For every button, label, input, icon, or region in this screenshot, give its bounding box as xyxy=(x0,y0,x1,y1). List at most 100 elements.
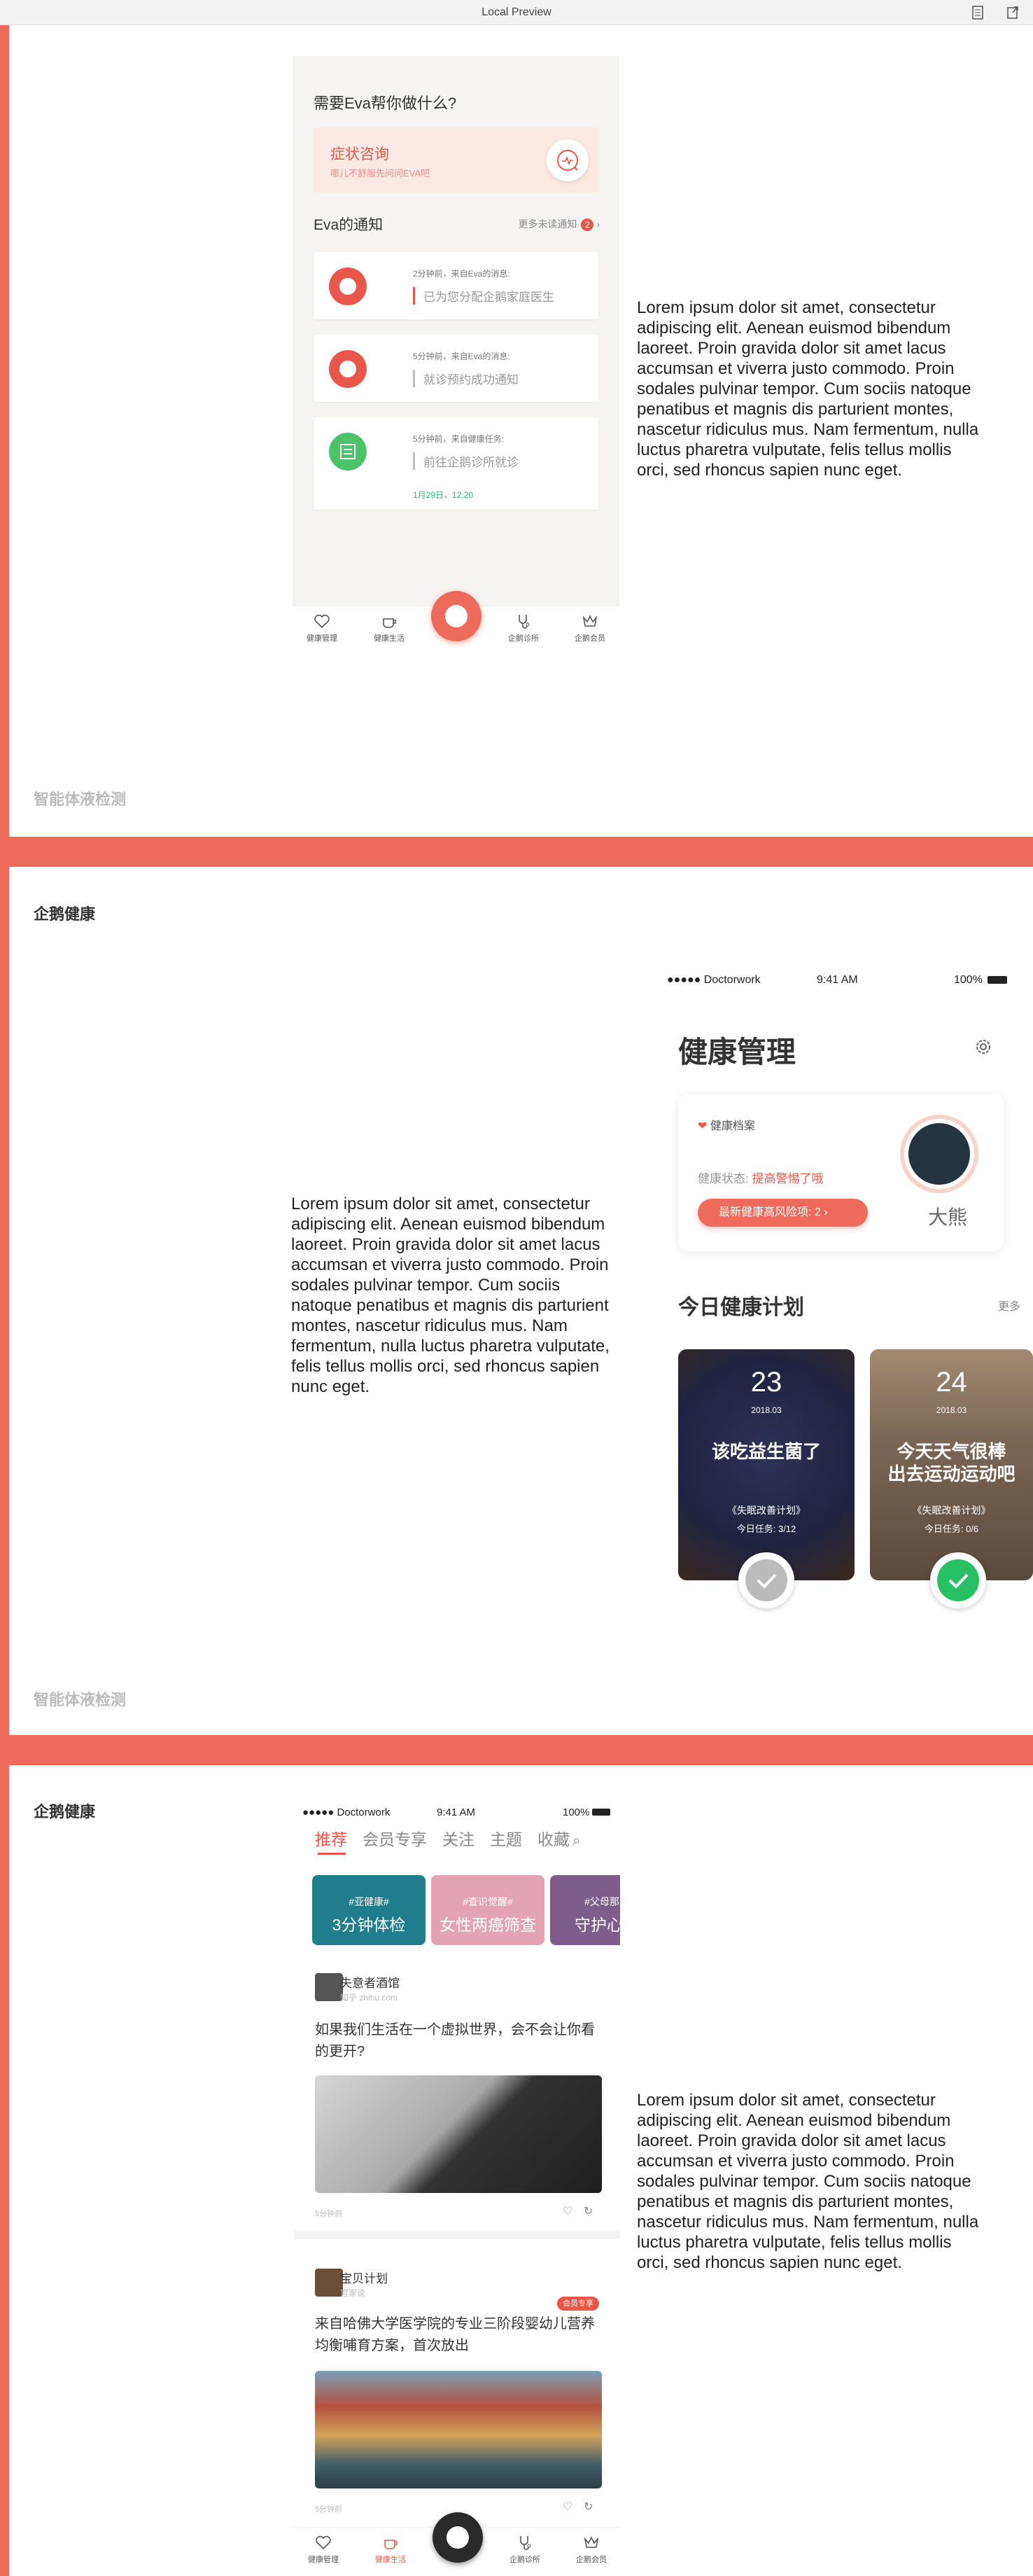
tab-health-life[interactable]: 健康生活 xyxy=(363,2533,419,2565)
health-status: 健康状态: 提高警惕了哦 xyxy=(698,1169,823,1186)
check-icon xyxy=(948,1573,969,1589)
post-source: 官家说 xyxy=(340,2288,366,2298)
plan-day: 23 xyxy=(750,1367,782,1398)
lorem-paragraph: Lorem ipsum dolor sit amet, consectetur … xyxy=(637,298,979,480)
plan-card-title: 该吃益生菌了 xyxy=(711,1441,821,1462)
tile-tag: #查识觉醒# xyxy=(463,1896,513,1907)
coffee-cup-icon xyxy=(383,618,396,628)
battery-icon xyxy=(592,1809,610,1816)
avatar-photo xyxy=(908,1123,970,1185)
topic-tile[interactable]: #查识觉醒# 女性两癌筛查 xyxy=(431,1875,544,1945)
share-icon[interactable]: ↻ xyxy=(584,2500,593,2514)
notice-meta: 5分钟前，来自Eva的消息: xyxy=(413,351,510,361)
lorem-paragraph: Lorem ipsum dolor sit amet, consectetur … xyxy=(291,1195,610,1396)
tab-topics[interactable]: 主题 xyxy=(490,1830,522,1849)
tab-recommend[interactable]: 推荐 xyxy=(315,1830,347,1849)
tab-member[interactable]: 企鹅会员 xyxy=(562,612,618,643)
eva-question: 需要Eva帮你做什么? xyxy=(314,95,457,112)
left-accent-bar xyxy=(0,25,9,863)
crown-icon xyxy=(582,615,598,627)
plan-name: 《失眠改善计划》 xyxy=(727,1505,806,1516)
share-icon[interactable]: ↻ xyxy=(584,2204,593,2218)
feed-tabs: 推荐 会员专享 关注 主题 收藏 ⌕ xyxy=(315,1826,596,1850)
post-time: 5分钟前 xyxy=(315,2210,343,2218)
notice-card[interactable]: 5分钟前，来自Eva的消息: 就诊预约成功通知 xyxy=(314,335,598,402)
check-circle xyxy=(937,1559,979,1601)
plan-card[interactable]: 23 2018.03 该吃益生菌了 《失眠改善计划》 今日任务: 3/12 xyxy=(678,1349,855,1580)
carrier: ●●●●● Doctorwork xyxy=(302,1806,391,1818)
task-body: 前往企鹅诊所就诊 xyxy=(413,452,519,470)
symptom-consult-card[interactable]: 症状咨询 哪儿不舒服先问问EVA吧 xyxy=(314,127,598,193)
heart-icon xyxy=(316,2535,331,2550)
eva-logo-icon xyxy=(329,350,367,388)
battery-text: 100% xyxy=(954,974,983,986)
tab-favorites[interactable]: 收藏 xyxy=(537,1830,570,1849)
risk-items-button[interactable]: 最新健康高风险项: 2 › xyxy=(698,1199,868,1227)
divider xyxy=(294,2231,620,2239)
tab-clinic[interactable]: 企鹅诊所 xyxy=(497,2533,553,2565)
settings-gear-icon[interactable] xyxy=(973,1036,994,1057)
heart-icon[interactable]: ♡ xyxy=(563,2500,572,2514)
topic-tiles: #亚健康# 3分钟体检 #查识觉醒# 女性两癌筛查 #父母那么守护心脑 xyxy=(312,1875,620,1945)
symptom-subtitle: 哪儿不舒服先问问EVA吧 xyxy=(330,168,430,179)
search-icon[interactable]: ⌕ xyxy=(572,1833,580,1849)
notice-body: 就诊预约成功通知 xyxy=(413,370,519,387)
plan-day: 24 xyxy=(936,1367,967,1398)
avatar xyxy=(315,1973,343,2001)
symptom-chat-button[interactable] xyxy=(547,139,589,181)
tab-health-management[interactable]: 健康管理 xyxy=(295,2533,351,2565)
tab-health-life[interactable]: 健康生活 xyxy=(361,612,417,643)
tab-member[interactable]: 企鹅会员 xyxy=(563,2533,619,2565)
health-status-label: 健康状态: xyxy=(698,1172,752,1185)
plan-check-button[interactable] xyxy=(738,1552,794,1608)
plan-card[interactable]: 24 2018.03 今天天气很棒 出去运动运动吧 《失眠改善计划》 今日任务:… xyxy=(870,1349,1033,1580)
eva-home-screen: 需要Eva帮你做什么? 症状咨询 哪儿不舒服先问问EVA吧 Eva的通知 更多未… xyxy=(293,56,619,655)
notice-card[interactable]: 2分钟前，来自Eva的消息: 已为您分配企鹅家庭医生 xyxy=(314,252,598,319)
heart-icon xyxy=(314,614,330,629)
export-icon[interactable] xyxy=(1006,6,1019,20)
task-date: 1月29日，12:20 xyxy=(413,490,474,500)
bottom-tab-bar: 健康管理 健康生活 企鹅诊所 企鹅会员 xyxy=(293,591,619,655)
section-title: 企鹅健康 xyxy=(34,1803,96,1820)
tab-clinic[interactable]: 企鹅诊所 xyxy=(496,612,551,643)
plan-more-link[interactable]: 更多 xyxy=(998,1297,1020,1314)
section-caption: 智能体液检测 xyxy=(34,1691,127,1708)
symptom-title: 症状咨询 xyxy=(330,146,389,162)
eva-center-button[interactable] xyxy=(431,591,482,641)
tab-label: 企鹅会员 xyxy=(575,634,605,643)
plan-task: 今日任务: 0/6 xyxy=(924,1524,979,1534)
notices-more-link[interactable]: 更多未读通知 2 › xyxy=(518,217,600,231)
eva-logo-icon xyxy=(445,605,468,627)
notice-meta: 2分钟前，来自Eva的消息: xyxy=(413,269,510,279)
tab-health-management[interactable]: 健康管理 xyxy=(294,612,350,643)
health-life-feed-screen: ●●●●● Doctorwork 9:41 AM 100% 推荐 会员专享 关注 主题… xyxy=(294,1798,621,2576)
post-text: 来自哈佛大学医学院的专业三阶段婴幼儿营养均衡哺育方案，首次放出 xyxy=(315,2316,595,2353)
post-image xyxy=(315,2371,602,2488)
post-source: 知乎 zhihu.com xyxy=(340,1993,398,2003)
task-meta: 5分钟前，来自健康任务: xyxy=(413,434,505,444)
section-title: 企鹅健康 xyxy=(34,905,96,923)
post-author: 失意者酒馆 xyxy=(340,1977,400,1990)
eva-logo-icon xyxy=(447,2526,469,2549)
topic-tile[interactable]: #父母那么守护心脑 xyxy=(550,1875,620,1945)
plan-check-button[interactable] xyxy=(930,1552,986,1608)
avatar[interactable] xyxy=(900,1115,978,1193)
section-caption: 智能体液检测 xyxy=(34,791,127,808)
tab-following[interactable]: 关注 xyxy=(442,1830,475,1849)
user-name: 大熊 xyxy=(927,1206,967,1228)
plan-month: 2018.03 xyxy=(751,1405,782,1415)
task-card[interactable]: 5分钟前，来自健康任务: 前往企鹅诊所就诊 1月29日，12:20 xyxy=(314,417,598,510)
eva-center-button[interactable] xyxy=(433,2512,483,2563)
health-profile-card[interactable]: ❤ 健康档案 健康状态: 提高警惕了哦 最新健康高风险项: 2 › 大熊 xyxy=(678,1094,1004,1251)
coffee-cup-icon xyxy=(384,2540,398,2549)
heart-icon: ❤ xyxy=(698,1120,710,1132)
battery-icon xyxy=(988,976,1007,984)
crown-icon xyxy=(584,2536,599,2548)
document-icon[interactable] xyxy=(971,6,984,20)
topic-tile[interactable]: #亚健康# 3分钟体检 xyxy=(312,1875,426,1945)
profile-heading-label: 健康档案 xyxy=(710,1120,755,1132)
tab-member-only[interactable]: 会员专享 xyxy=(363,1830,427,1849)
battery-text: 100% xyxy=(563,1806,590,1818)
heart-icon[interactable]: ♡ xyxy=(563,2204,572,2218)
post-text: 如果我们生活在一个虚拟世界，会不会让你看的更开? xyxy=(315,2022,595,2059)
